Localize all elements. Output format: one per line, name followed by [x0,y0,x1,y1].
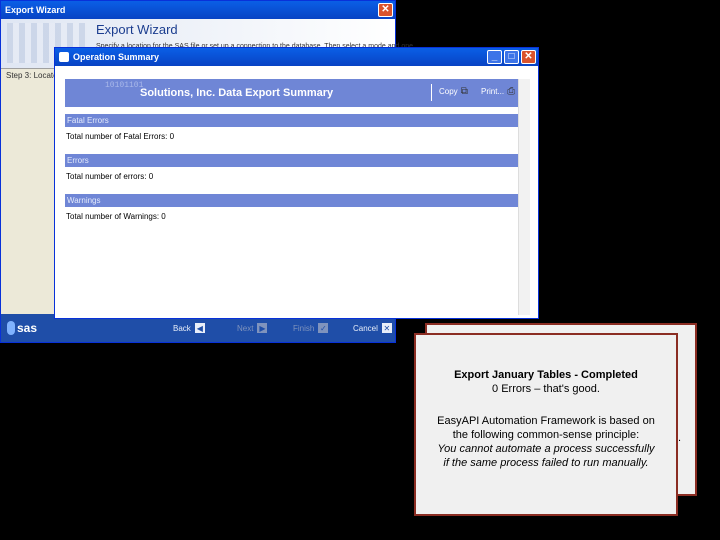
header-binary-decoration: 10101101 [105,81,144,90]
sas-mark-icon [7,321,15,335]
callout-line-3: You cannot automate a process successful… [437,443,655,455]
print-button[interactable]: Print... ⎙ [481,86,515,97]
sas-logo: sas [7,321,43,335]
summary-close-icon[interactable]: ✕ [521,50,536,64]
cancel-button[interactable]: Cancel ✕ [353,323,392,333]
close-icon: ✕ [381,323,392,333]
chevron-right-icon: ▶ [257,323,268,333]
checkmark-icon: ✓ [318,323,329,333]
operation-summary-window: Operation Summary _ □ ✕ 10101101 Solutio… [54,47,539,319]
callout-line-2: the following common-sense principle: [452,429,640,441]
summary-title-bar[interactable]: Operation Summary _ □ ✕ [55,48,538,66]
print-icon: ⎙ [507,86,516,97]
copy-label: Copy [439,87,458,96]
sas-logo-text: sas [17,321,38,335]
summary-window-title: Operation Summary [73,52,160,62]
callout-line-1: EasyAPI Automation Framework is based on [437,415,655,427]
wizard-close-icon[interactable]: ✕ [378,3,393,17]
copy-icon: ⧉ [460,86,468,97]
back-label: Back [173,323,191,333]
minimize-icon[interactable]: _ [487,50,502,64]
finish-button[interactable]: Finish ✓ [293,323,329,333]
report-header: 10101101 Solutions, Inc. Data Export Sum… [65,79,519,107]
app-icon [59,52,69,62]
next-label: Next [237,323,254,333]
summary-report: 10101101 Solutions, Inc. Data Export Sum… [65,79,519,315]
maximize-icon[interactable]: □ [504,50,519,64]
callout-ghost-period: . [678,432,682,444]
fatal-errors-count: Total number of Fatal Errors: 0 [66,132,175,141]
wizard-step-label: Step 3: Locate [6,71,58,80]
wizard-title-bar[interactable]: Export Wizard ✕ [1,1,395,19]
finish-label: Finish [293,323,315,333]
callout-line-4: if the same process failed to run manual… [443,457,649,469]
summary-body: 10101101 Solutions, Inc. Data Export Sum… [55,66,538,318]
wizard-heading: Export Wizard [96,22,178,37]
fatal-errors-heading: Fatal Errors [65,114,519,127]
callout-card: Export January Tables - Completed 0 Erro… [414,333,678,516]
warnings-count: Total number of Warnings: 0 [66,212,166,221]
cancel-label: Cancel [353,323,378,333]
chevron-left-icon: ◀ [194,323,205,333]
errors-heading: Errors [65,154,519,167]
errors-count: Total number of errors: 0 [66,172,154,181]
warnings-heading: Warnings [65,194,519,207]
callout-subtitle: 0 Errors – that's good. [492,383,600,395]
next-button[interactable]: Next ▶ [237,323,268,333]
summary-scrollbar[interactable] [518,79,530,315]
toolbar-separator [431,84,432,101]
callout-title: Export January Tables - Completed [454,369,638,381]
back-button[interactable]: Back ◀ [173,323,205,333]
report-title: Solutions, Inc. Data Export Summary [140,87,334,99]
copy-button[interactable]: Copy ⧉ [439,86,468,97]
wizard-window-title: Export Wizard [5,5,66,15]
print-label: Print... [481,87,505,96]
